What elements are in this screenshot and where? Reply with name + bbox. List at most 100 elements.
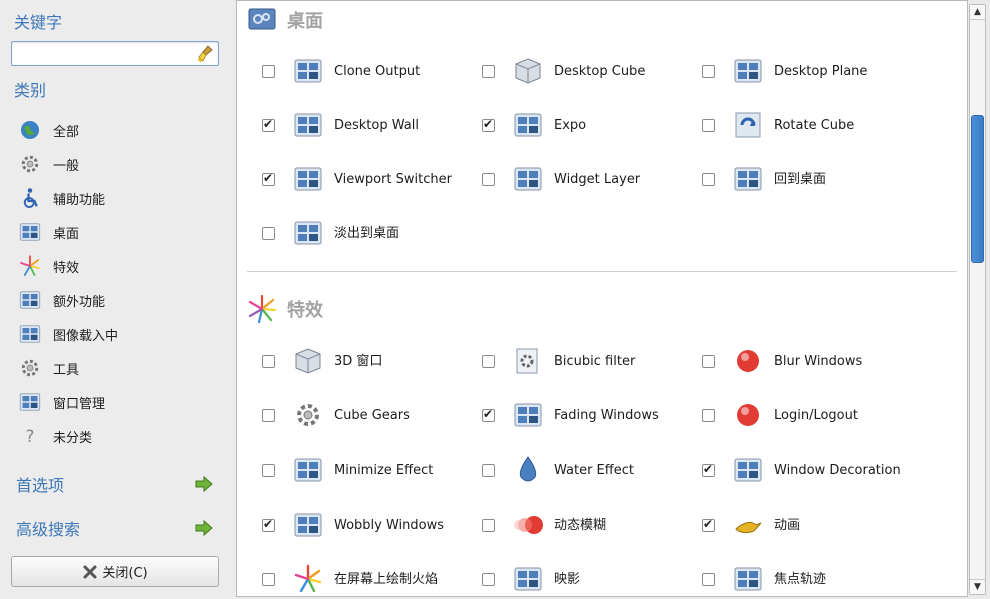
plugin-checkbox[interactable]	[262, 64, 275, 78]
plugin-checkbox[interactable]	[482, 572, 495, 586]
image-loading-icon	[18, 322, 42, 346]
svg-text:?: ?	[26, 427, 35, 446]
plugin-item[interactable]: Widget Layer	[457, 159, 684, 199]
plugin-checkbox[interactable]	[702, 172, 715, 186]
plugin-label: Wobbly Windows	[334, 517, 445, 533]
section-title-desktop: 桌面	[287, 11, 323, 32]
viewport-switcher-icon	[292, 163, 324, 195]
plugin-item[interactable]: 在屏幕上绘制火焰	[237, 559, 464, 596]
category-label: 图像载入中	[53, 328, 119, 344]
plugin-item[interactable]: 映影	[457, 559, 684, 596]
plugin-checkbox[interactable]	[482, 354, 495, 368]
plugin-item[interactable]: Login/Logout	[677, 395, 904, 435]
plugin-checkbox[interactable]	[702, 572, 715, 586]
plugin-checkbox[interactable]	[702, 517, 715, 532]
plugin-label: 映影	[554, 571, 581, 587]
advanced-search-link[interactable]: 高级搜索	[16, 515, 214, 541]
plugin-checkbox[interactable]	[482, 172, 495, 186]
plugin-item[interactable]: Clone Output	[237, 51, 464, 91]
section-header-desktop: 桌面	[247, 2, 323, 38]
plugin-checkbox[interactable]	[482, 518, 495, 532]
category-item[interactable]: 全部	[18, 113, 218, 147]
plugin-checkbox[interactable]	[702, 354, 715, 368]
water-effect-icon	[512, 454, 544, 486]
plugin-item[interactable]: Window Decoration	[677, 450, 904, 490]
plugin-checkbox[interactable]	[262, 408, 275, 422]
category-item[interactable]: 工具	[18, 351, 218, 385]
plugin-checkbox[interactable]	[262, 572, 275, 586]
effects-icon	[248, 294, 277, 324]
plugin-item[interactable]: Blur Windows	[677, 341, 904, 381]
scroll-down-arrow-icon[interactable]: ▼	[970, 579, 985, 594]
scrollbar[interactable]: ▲ ▼	[969, 4, 986, 595]
plugin-checkbox[interactable]	[482, 117, 495, 132]
plugin-item[interactable]: Viewport Switcher	[237, 159, 464, 199]
preferences-link[interactable]: 首选项	[16, 471, 214, 497]
plugin-checkbox[interactable]	[262, 517, 275, 532]
plugin-item[interactable]: Cube Gears	[237, 395, 464, 435]
plugin-item[interactable]: 3D 窗口	[237, 341, 464, 381]
category-item[interactable]: 辅助功能	[18, 181, 218, 215]
category-item[interactable]: ? 未分类	[18, 419, 218, 453]
scroll-up-arrow-icon[interactable]: ▲	[970, 5, 985, 20]
question-icon: ?	[18, 424, 42, 448]
plugin-checkbox[interactable]	[702, 118, 715, 132]
plugin-checkbox[interactable]	[702, 408, 715, 422]
close-icon	[83, 565, 97, 578]
motion-blur-icon	[512, 509, 544, 541]
reflection-icon	[512, 563, 544, 595]
fire-icon	[292, 563, 324, 595]
plugin-item[interactable]: Fading Windows	[457, 395, 684, 435]
plugin-label: Desktop Wall	[334, 117, 419, 133]
scrollbar-thumb[interactable]	[971, 115, 984, 263]
search-box[interactable]	[11, 41, 219, 66]
arrow-right-icon	[195, 475, 213, 493]
category-label: 一般	[53, 158, 80, 174]
plugin-item[interactable]: 焦点轨迹	[677, 559, 904, 596]
sidebar: 关键字 类别 全部 一般 辅助功能 桌面 特效 额外功能 图像载入中 工具 窗口管理? 未分类 首…	[0, 0, 235, 599]
category-item[interactable]: 一般	[18, 147, 218, 181]
category-label: 工具	[53, 362, 80, 378]
close-button[interactable]: 关闭(C)	[11, 556, 219, 587]
plugin-checkbox[interactable]	[482, 64, 495, 78]
plugin-checkbox[interactable]	[262, 463, 275, 477]
plugin-label: 在屏幕上绘制火焰	[334, 571, 439, 587]
plugin-label: Desktop Cube	[554, 63, 646, 79]
category-item[interactable]: 桌面	[18, 215, 218, 249]
clear-search-icon[interactable]	[196, 44, 216, 64]
show-desktop-icon	[732, 163, 764, 195]
plugin-item[interactable]: 淡出到桌面	[237, 213, 464, 253]
plugin-item[interactable]: 动态模糊	[457, 505, 684, 545]
category-label: 额外功能	[53, 294, 106, 310]
plugin-item[interactable]: Bicubic filter	[457, 341, 684, 381]
preferences-label: 首选项	[16, 476, 65, 495]
accessibility-icon	[18, 186, 42, 210]
plugin-item[interactable]: Desktop Plane	[677, 51, 904, 91]
plugin-item[interactable]: Expo	[457, 105, 684, 145]
plugin-item[interactable]: Water Effect	[457, 450, 684, 490]
plugin-item[interactable]: Desktop Cube	[457, 51, 684, 91]
plugin-item[interactable]: 回到桌面	[677, 159, 904, 199]
plugin-item[interactable]: Wobbly Windows	[237, 505, 464, 545]
plugin-item[interactable]: Minimize Effect	[237, 450, 464, 490]
plugin-checkbox[interactable]	[482, 407, 495, 422]
plugin-checkbox[interactable]	[262, 171, 275, 186]
plugin-item[interactable]: 动画	[677, 505, 904, 545]
category-item[interactable]: 额外功能	[18, 283, 218, 317]
search-input[interactable]	[16, 44, 196, 63]
plugin-checkbox[interactable]	[262, 226, 275, 240]
plugin-item[interactable]: Desktop Wall	[237, 105, 464, 145]
category-label: 桌面	[53, 226, 80, 242]
plugin-checkbox[interactable]	[482, 463, 495, 477]
bicubic-filter-icon	[512, 345, 544, 377]
plugin-item[interactable]: Rotate Cube	[677, 105, 904, 145]
plugin-checkbox[interactable]	[262, 117, 275, 132]
category-item[interactable]: 窗口管理	[18, 385, 218, 419]
plugin-checkbox[interactable]	[702, 462, 715, 477]
category-item[interactable]: 图像载入中	[18, 317, 218, 351]
plugin-checkbox[interactable]	[702, 64, 715, 78]
category-item[interactable]: 特效	[18, 249, 218, 283]
category-heading: 类别	[14, 81, 47, 100]
minimize-effect-icon	[292, 454, 324, 486]
plugin-checkbox[interactable]	[262, 354, 275, 368]
